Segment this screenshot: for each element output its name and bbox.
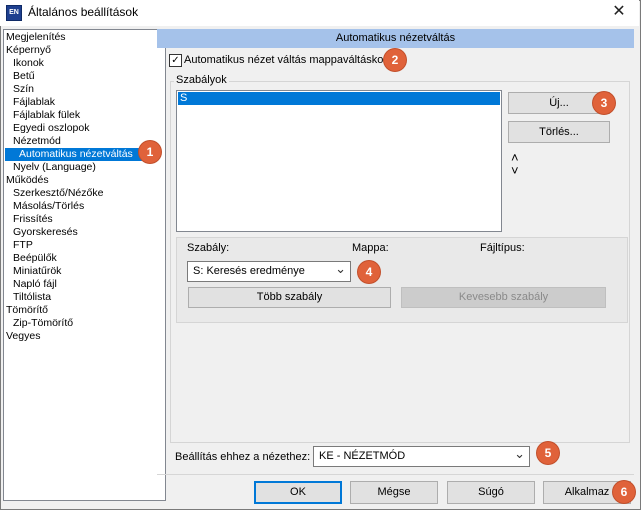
move-down-icon[interactable]: ˅ <box>511 163 519 178</box>
settings-tree[interactable]: Megjelenítés Képernyő Ikonok Betű Szín F… <box>3 29 166 501</box>
folder-label: Mappa: <box>352 242 389 254</box>
tree-item[interactable]: Egyedi oszlopok <box>13 122 89 135</box>
tree-item-selected[interactable]: Automatikus nézetváltás <box>5 148 152 161</box>
more-rules-button[interactable]: Több szabály <box>188 287 391 308</box>
chevron-down-icon: ⌄ <box>514 446 525 461</box>
window-title: Általános beállítások <box>28 5 139 19</box>
view-setting-select[interactable]: KE - NÉZETMÓD ⌄ <box>313 446 530 467</box>
tree-item[interactable]: Gyorskeresés <box>13 226 78 239</box>
section-header: Automatikus nézetváltás <box>157 29 634 48</box>
help-button[interactable]: Súgó <box>447 481 535 504</box>
app-icon: EN <box>6 5 22 21</box>
footer-separator <box>157 474 634 475</box>
rules-group-label: Szabályok <box>174 74 229 86</box>
tree-item[interactable]: Nézetmód <box>13 135 61 148</box>
tree-item[interactable]: FTP <box>13 239 33 252</box>
close-icon[interactable]: ✕ <box>607 2 631 22</box>
rule-select-value: S: Keresés eredménye <box>193 265 305 277</box>
callout-badge-6: 6 <box>613 481 635 503</box>
tree-item[interactable]: Képernyő <box>6 44 51 57</box>
callout-badge-3: 3 <box>593 92 615 114</box>
tree-item[interactable]: Fájlablak fülek <box>13 109 80 122</box>
tree-item[interactable]: Működés <box>6 174 49 187</box>
title-bar: EN Általános beállítások ✕ <box>0 0 639 26</box>
tree-item[interactable]: Ikonok <box>13 57 44 70</box>
tree-item[interactable]: Zip-Tömörítő <box>13 317 73 330</box>
tree-item[interactable]: Frissítés <box>13 213 53 226</box>
rule-label: Szabály: <box>187 242 230 254</box>
chevron-down-icon: ⌄ <box>335 261 346 276</box>
callout-badge-4: 4 <box>358 261 380 283</box>
rule-select[interactable]: S: Keresés eredménye ⌄ <box>187 261 351 282</box>
tree-item[interactable]: Szerkesztő/Nézőke <box>13 187 103 200</box>
tree-item[interactable]: Nyelv (Language) <box>13 161 96 174</box>
rules-list-item-selected[interactable]: S <box>178 92 500 105</box>
tree-item[interactable]: Tömörítő <box>6 304 48 317</box>
tree-item[interactable]: Beépülők <box>13 252 57 265</box>
tree-item[interactable]: Megjelenítés <box>6 31 66 44</box>
ok-button[interactable]: OK <box>254 481 342 504</box>
rules-list[interactable]: S <box>176 90 502 232</box>
callout-badge-5: 5 <box>537 442 559 464</box>
delete-rule-button[interactable]: Törlés... <box>508 121 610 143</box>
auto-view-checkbox[interactable]: ✓ <box>169 54 182 67</box>
view-setting-label: Beállítás ehhez a nézethez: <box>175 451 311 463</box>
tree-item[interactable]: Betű <box>13 70 35 83</box>
tree-item[interactable]: Vegyes <box>6 330 40 343</box>
filetype-label: Fájltípus: <box>480 242 525 254</box>
fewer-rules-button: Kevesebb szabály <box>401 287 606 308</box>
tree-item[interactable]: Másolás/Törlés <box>13 200 84 213</box>
callout-badge-1: 1 <box>139 141 161 163</box>
auto-view-checkbox-label: Automatikus nézet váltás mappaváltáskor: <box>184 54 391 66</box>
tree-item[interactable]: Fájlablak <box>13 96 55 109</box>
tree-item[interactable]: Miniatűrök <box>13 265 61 278</box>
tree-item[interactable]: Napló fájl <box>13 278 57 291</box>
callout-badge-2: 2 <box>384 49 406 71</box>
view-setting-value: KE - NÉZETMÓD <box>319 450 406 462</box>
tree-item[interactable]: Szín <box>13 83 34 96</box>
cancel-button[interactable]: Mégse <box>350 481 438 504</box>
tree-item[interactable]: Tiltólista <box>13 291 51 304</box>
